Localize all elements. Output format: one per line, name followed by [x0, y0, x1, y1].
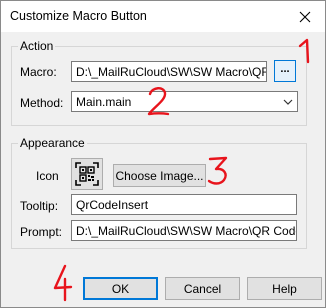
qr-code-icon — [75, 162, 99, 186]
customize-macro-dialog: Customize Macro Button Action Macro: D:\… — [0, 0, 326, 308]
method-value: Main.main — [76, 95, 132, 109]
tooltip-field[interactable]: QrCodeInsert — [71, 194, 297, 215]
annotation-2 — [147, 87, 170, 116]
prompt-value: D:\_MailRuCloud\SW\SW Macro\QR Code — [76, 224, 297, 238]
chevron-down-icon — [283, 99, 293, 105]
appearance-legend: Appearance — [18, 136, 87, 150]
browse-label: ... — [280, 63, 290, 75]
annotation-1 — [298, 38, 310, 64]
dialog-title: Customize Macro Button — [10, 9, 147, 23]
help-button[interactable]: Help — [247, 277, 322, 300]
close-icon — [299, 11, 311, 22]
tooltip-value: QrCodeInsert — [76, 198, 149, 212]
tooltip-label: Tooltip: — [20, 199, 59, 213]
ok-button[interactable]: OK — [83, 277, 158, 300]
help-label: Help — [272, 281, 297, 296]
choose-image-button[interactable]: Choose Image... — [113, 164, 206, 187]
macro-path-value: D:\_MailRuCloud\SW\SW Macro\QR — [76, 65, 267, 79]
method-dropdown[interactable]: Main.main — [71, 91, 298, 112]
prompt-label: Prompt: — [20, 225, 63, 239]
macro-label: Macro: — [20, 65, 57, 79]
icon-label: Icon — [36, 169, 59, 183]
method-label: Method: — [20, 96, 64, 110]
ok-label: OK — [111, 281, 130, 296]
title-bar: Customize Macro Button — [1, 1, 325, 32]
annotation-3 — [207, 156, 228, 185]
macro-path-field[interactable]: D:\_MailRuCloud\SW\SW Macro\QR — [71, 61, 267, 82]
action-legend: Action — [18, 39, 56, 53]
cancel-button[interactable]: Cancel — [165, 277, 240, 300]
macro-icon-preview[interactable] — [71, 158, 103, 190]
close-button[interactable] — [285, 1, 325, 32]
cancel-label: Cancel — [183, 281, 222, 296]
choose-image-label: Choose Image... — [115, 168, 204, 183]
annotation-4 — [53, 264, 73, 302]
browse-macro-button[interactable]: ... — [274, 60, 296, 82]
prompt-field[interactable]: D:\_MailRuCloud\SW\SW Macro\QR Code — [71, 220, 297, 241]
